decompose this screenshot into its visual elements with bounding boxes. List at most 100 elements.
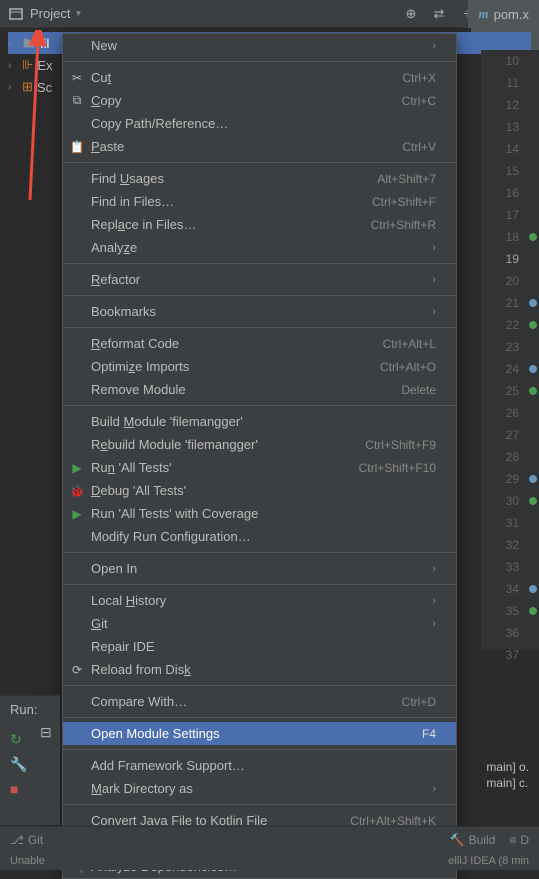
submenu-arrow-icon: › [432,595,436,607]
menu-item-find-usages[interactable]: Find UsagesAlt+Shift+7 [63,167,456,190]
line-number[interactable]: 33 [482,556,539,578]
menu-item-open-module-settings[interactable]: Open Module SettingsF4 [63,722,456,745]
menu-item-compare-with[interactable]: Compare With…Ctrl+D [63,690,456,713]
menu-shortcut: Ctrl+Alt+L [383,337,436,351]
menu-item-build-module-filemangger[interactable]: Build Module 'filemangger' [63,410,456,433]
line-number[interactable]: 36 [482,622,539,644]
menu-item-add-framework-support[interactable]: Add Framework Support… [63,754,456,777]
menu-item-copy-path-reference[interactable]: Copy Path/Reference… [63,112,456,135]
menu-item-reformat-code[interactable]: Reformat CodeCtrl+Alt+L [63,332,456,355]
line-number[interactable]: 16 [482,182,539,204]
line-number[interactable]: 18 [482,226,539,248]
line-number[interactable]: 26 [482,402,539,424]
expand-icon[interactable]: ⇄ [431,6,447,22]
line-number[interactable]: 29 [482,468,539,490]
line-number[interactable]: 37 [482,644,539,666]
line-number[interactable]: 20 [482,270,539,292]
menu-item-analyze[interactable]: Analyze› [63,236,456,259]
status-d[interactable]: ≡ D [509,833,529,847]
menu-shortcut: Ctrl+D [402,695,436,709]
line-number[interactable]: 28 [482,446,539,468]
target-icon[interactable]: ⊕ [403,6,419,22]
menu-item-refactor[interactable]: Refactor› [63,268,456,291]
run-panel-label: Run: [0,696,60,723]
menu-shortcut: Ctrl+Shift+F10 [359,461,436,475]
gutter-marker-icon[interactable] [529,365,537,373]
menu-separator [63,162,456,163]
line-number[interactable]: 34 [482,578,539,600]
menu-item-cut[interactable]: ✂CutCtrl+X [63,66,456,89]
stop-icon[interactable]: ■ [10,781,50,797]
layout-icon[interactable]: ⊟ [40,724,52,741]
menu-item-reload-from-disk[interactable]: ⟳Reload from Disk [63,658,456,681]
line-number[interactable]: 22 [482,314,539,336]
line-number[interactable]: 13 [482,116,539,138]
menu-label: Compare With… [91,694,402,709]
menu-item-new[interactable]: New› [63,34,456,57]
menu-item-copy[interactable]: ⧉CopyCtrl+C [63,89,456,112]
menu-item-run-all-tests[interactable]: ▶Run 'All Tests'Ctrl+Shift+F10 [63,456,456,479]
menu-separator [63,717,456,718]
menu-label: Optimize Imports [91,359,380,374]
menu-item-bookmarks[interactable]: Bookmarks› [63,300,456,323]
line-number[interactable]: 14 [482,138,539,160]
menu-shortcut: Alt+Shift+7 [377,172,436,186]
paste-icon: 📋 [69,140,85,154]
menu-label: Open Module Settings [91,726,422,741]
expand-arrow-icon[interactable]: › [8,38,18,49]
menu-item-local-history[interactable]: Local History› [63,589,456,612]
menu-item-find-in-files[interactable]: Find in Files…Ctrl+Shift+F [63,190,456,213]
line-number[interactable]: 30 [482,490,539,512]
gutter-marker-icon[interactable] [529,299,537,307]
project-view-icon[interactable] [8,6,24,22]
line-number[interactable]: 35 [482,600,539,622]
reload-icon: ⟳ [69,663,85,677]
gutter-marker-icon[interactable] [529,607,537,615]
status-build[interactable]: 🔨 Build [450,833,496,847]
line-number[interactable]: 32 [482,534,539,556]
menu-item-open-in[interactable]: Open In› [63,557,456,580]
menu-item-run-all-tests-with-coverage[interactable]: ▶Run 'All Tests' with Coverage [63,502,456,525]
git-branch-icon: ⎇ [10,833,24,847]
menu-item-paste[interactable]: 📋PasteCtrl+V [63,135,456,158]
line-number[interactable]: 17 [482,204,539,226]
menu-label: Local History [91,593,432,608]
project-dropdown[interactable]: Project ▼ [30,6,82,21]
status-git[interactable]: ⎇ Git [10,833,43,847]
menu-item-debug-all-tests[interactable]: 🐞Debug 'All Tests' [63,479,456,502]
line-number[interactable]: 25 [482,380,539,402]
menu-item-remove-module[interactable]: Remove ModuleDelete [63,378,456,401]
line-number[interactable]: 19 [482,248,539,270]
tab-pom[interactable]: m pom.x [468,0,539,28]
menu-item-git[interactable]: Git› [63,612,456,635]
line-number[interactable]: 23 [482,336,539,358]
line-number[interactable]: 27 [482,424,539,446]
gutter-marker-icon[interactable] [529,321,537,329]
menu-item-optimize-imports[interactable]: Optimize ImportsCtrl+Alt+O [63,355,456,378]
gutter-marker-icon[interactable] [529,233,537,241]
menu-shortcut: Delete [401,383,436,397]
line-number[interactable]: 12 [482,94,539,116]
line-number[interactable]: 11 [482,72,539,94]
gutter-marker-icon[interactable] [529,475,537,483]
menu-item-modify-run-configuration[interactable]: Modify Run Configuration… [63,525,456,548]
menu-item-replace-in-files[interactable]: Replace in Files…Ctrl+Shift+R [63,213,456,236]
gutter-marker-icon[interactable] [529,497,537,505]
line-number[interactable]: 31 [482,512,539,534]
menu-item-mark-directory-as[interactable]: Mark Directory as› [63,777,456,800]
line-number[interactable]: 24 [482,358,539,380]
bottom-left-text: Unable [10,855,45,867]
menu-label: Find Usages [91,171,377,186]
line-number[interactable]: 10 [482,50,539,72]
gutter-marker-icon[interactable] [529,585,537,593]
menu-item-rebuild-module-filemangger[interactable]: Rebuild Module 'filemangger'Ctrl+Shift+F… [63,433,456,456]
line-number[interactable]: 15 [482,160,539,182]
menu-label: Cut [91,70,402,85]
menu-item-repair-ide[interactable]: Repair IDE [63,635,456,658]
line-number[interactable]: 21 [482,292,539,314]
gutter-marker-icon[interactable] [529,387,537,395]
expand-arrow-icon[interactable]: › [8,60,18,71]
wrench-icon[interactable]: 🔧 [10,756,50,773]
menu-separator [63,295,456,296]
expand-arrow-icon[interactable]: › [8,82,18,93]
